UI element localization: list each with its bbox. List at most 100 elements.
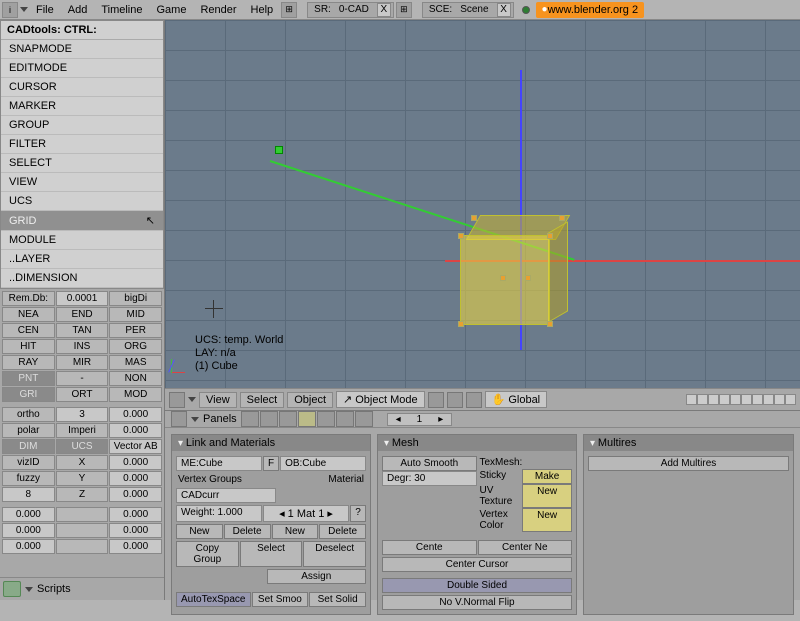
coord-cell[interactable]: 0.000 xyxy=(109,455,162,470)
object-menu[interactable]: Object xyxy=(287,392,333,408)
snap-end[interactable]: END xyxy=(56,307,109,322)
dropdown-icon[interactable] xyxy=(25,587,33,592)
manipulator-icon[interactable] xyxy=(466,392,482,408)
select-menu[interactable]: Select xyxy=(240,392,285,408)
menu-timeline[interactable]: Timeline xyxy=(95,2,148,18)
new-uv-button[interactable]: New xyxy=(522,484,572,508)
cad-item-module[interactable]: MODULE xyxy=(1,231,163,250)
coord-cell[interactable] xyxy=(56,523,109,538)
cad-item-marker[interactable]: MARKER xyxy=(1,97,163,116)
menu-add[interactable]: Add xyxy=(62,2,94,18)
mat-help-button[interactable]: ? xyxy=(350,505,366,522)
coord-cell[interactable]: 0.000 xyxy=(2,523,55,538)
snap-pnt[interactable]: PNT xyxy=(2,371,55,386)
vgroup-delete-button[interactable]: Delete xyxy=(224,524,271,539)
mat-assign-button[interactable]: Assign xyxy=(267,569,367,584)
dropdown-icon[interactable] xyxy=(20,7,28,12)
remdb-value[interactable]: 0.0001 xyxy=(56,291,109,306)
cad-item-dimension[interactable]: ..DIMENSION xyxy=(1,269,163,288)
double-sided-button[interactable]: Double Sided xyxy=(382,578,572,593)
snap-gri[interactable]: GRI xyxy=(2,387,55,402)
coord-cell[interactable]: Z xyxy=(56,487,109,502)
cad-item-select[interactable]: SELECT xyxy=(1,154,163,173)
mode-selector[interactable]: ↗ Object Mode xyxy=(336,391,425,408)
layer-buttons[interactable] xyxy=(686,394,796,405)
python-icon[interactable] xyxy=(3,581,21,597)
vgroup-new-button[interactable]: New xyxy=(176,524,223,539)
close-icon[interactable]: X xyxy=(497,3,511,17)
snap-mir[interactable]: MIR xyxy=(56,355,109,370)
object-name-field[interactable]: OB:Cube xyxy=(280,456,366,471)
coord-cell[interactable]: 0.000 xyxy=(109,471,162,486)
coord-cell[interactable]: polar xyxy=(2,423,55,438)
snap-mid[interactable]: MID xyxy=(109,307,162,322)
weight-field[interactable]: Weight: 1.000 xyxy=(176,505,262,522)
shading-icon[interactable] xyxy=(428,392,444,408)
new-vcolor-button[interactable]: New xyxy=(522,508,572,532)
cad-item-editmode[interactable]: EDITMODE xyxy=(1,59,163,78)
viewport-type-icon[interactable] xyxy=(169,392,185,408)
material-slot[interactable]: ◂ 1 Mat 1 ▸ xyxy=(263,505,349,522)
mat-select-button[interactable]: Select xyxy=(240,541,303,567)
screen-selector[interactable]: SR:0-CAD X xyxy=(307,2,394,18)
mat-delete-button[interactable]: Delete xyxy=(319,524,366,539)
3d-viewport[interactable]: UCS: temp. WorldLAY: n/a(1) Cube xyxy=(165,20,800,388)
auto-smooth-button[interactable]: Auto Smooth xyxy=(382,456,477,471)
no-vnormal-flip-button[interactable]: No V.Normal Flip xyxy=(382,595,572,610)
fake-user-button[interactable]: F xyxy=(263,456,279,471)
cad-item-snapmode[interactable]: SNAPMODE xyxy=(1,40,163,59)
coord-cell[interactable]: ortho xyxy=(2,407,55,422)
coord-cell[interactable]: Y xyxy=(56,471,109,486)
coord-cell[interactable]: fuzzy xyxy=(2,471,55,486)
snap-cen[interactable]: CEN xyxy=(2,323,55,338)
cad-item-grid[interactable]: GRID↖ xyxy=(1,211,163,231)
orientation-selector[interactable]: ✋ Global xyxy=(485,391,548,408)
coord-cell[interactable]: 8 xyxy=(2,487,55,502)
cube-object[interactable] xyxy=(455,215,565,325)
view-menu[interactable]: View xyxy=(199,392,237,408)
info-icon[interactable]: i xyxy=(2,2,18,18)
snap-org[interactable]: ORG xyxy=(109,339,162,354)
coord-cell[interactable]: 3 xyxy=(56,407,109,422)
dropdown-icon[interactable] xyxy=(188,397,196,402)
scene-icon[interactable]: ⊞ xyxy=(396,2,412,18)
cad-item-filter[interactable]: FILTER xyxy=(1,135,163,154)
coord-cell[interactable]: DIM xyxy=(2,439,55,454)
url-banner[interactable]: ● www.blender.org 2 xyxy=(536,2,645,18)
coord-cell[interactable]: 0.000 xyxy=(109,407,162,422)
cad-item-ucs[interactable]: UCS xyxy=(1,192,163,211)
snap-ins[interactable]: INS xyxy=(56,339,109,354)
cad-item-layer[interactable]: ..LAYER xyxy=(1,250,163,269)
snap-per[interactable]: PER xyxy=(109,323,162,338)
snap-nea[interactable]: NEA xyxy=(2,307,55,322)
coord-cell[interactable] xyxy=(56,507,109,522)
coord-cell[interactable]: Vector AB xyxy=(109,439,162,454)
coord-cell[interactable]: X xyxy=(56,455,109,470)
menu-render[interactable]: Render xyxy=(194,2,242,18)
make-sticky-button[interactable]: Make xyxy=(522,469,572,484)
menu-file[interactable]: File xyxy=(30,2,60,18)
snap--[interactable]: - xyxy=(56,371,109,386)
coord-cell[interactable]: 0.000 xyxy=(109,423,162,438)
panel-pager[interactable]: ◂1▸ xyxy=(387,413,453,426)
center-cursor-button[interactable]: Center Cursor xyxy=(382,557,572,572)
vgroup-field[interactable]: CADcurr xyxy=(176,488,276,503)
center-new-button[interactable]: Center Ne xyxy=(478,540,573,555)
buttons-type-icon[interactable] xyxy=(171,411,187,427)
scripts-menu[interactable]: Scripts xyxy=(37,583,71,595)
coord-cell[interactable]: 0.000 xyxy=(109,487,162,502)
snap-mod[interactable]: MOD xyxy=(109,387,162,402)
cad-item-cursor[interactable]: CURSOR xyxy=(1,78,163,97)
coord-cell[interactable]: 0.000 xyxy=(109,539,162,554)
snap-ray[interactable]: RAY xyxy=(2,355,55,370)
coord-cell[interactable]: 0.000 xyxy=(109,523,162,538)
coord-cell[interactable]: vizID xyxy=(2,455,55,470)
add-multires-button[interactable]: Add Multires xyxy=(588,456,789,471)
dropdown-icon[interactable] xyxy=(191,417,199,422)
snap-non[interactable]: NON xyxy=(109,371,162,386)
coord-cell[interactable]: 0.000 xyxy=(2,539,55,554)
cad-item-view[interactable]: VIEW xyxy=(1,173,163,192)
menu-help[interactable]: Help xyxy=(245,2,280,18)
mat-new-button[interactable]: New xyxy=(272,524,319,539)
coord-cell[interactable]: Imperi xyxy=(56,423,109,438)
